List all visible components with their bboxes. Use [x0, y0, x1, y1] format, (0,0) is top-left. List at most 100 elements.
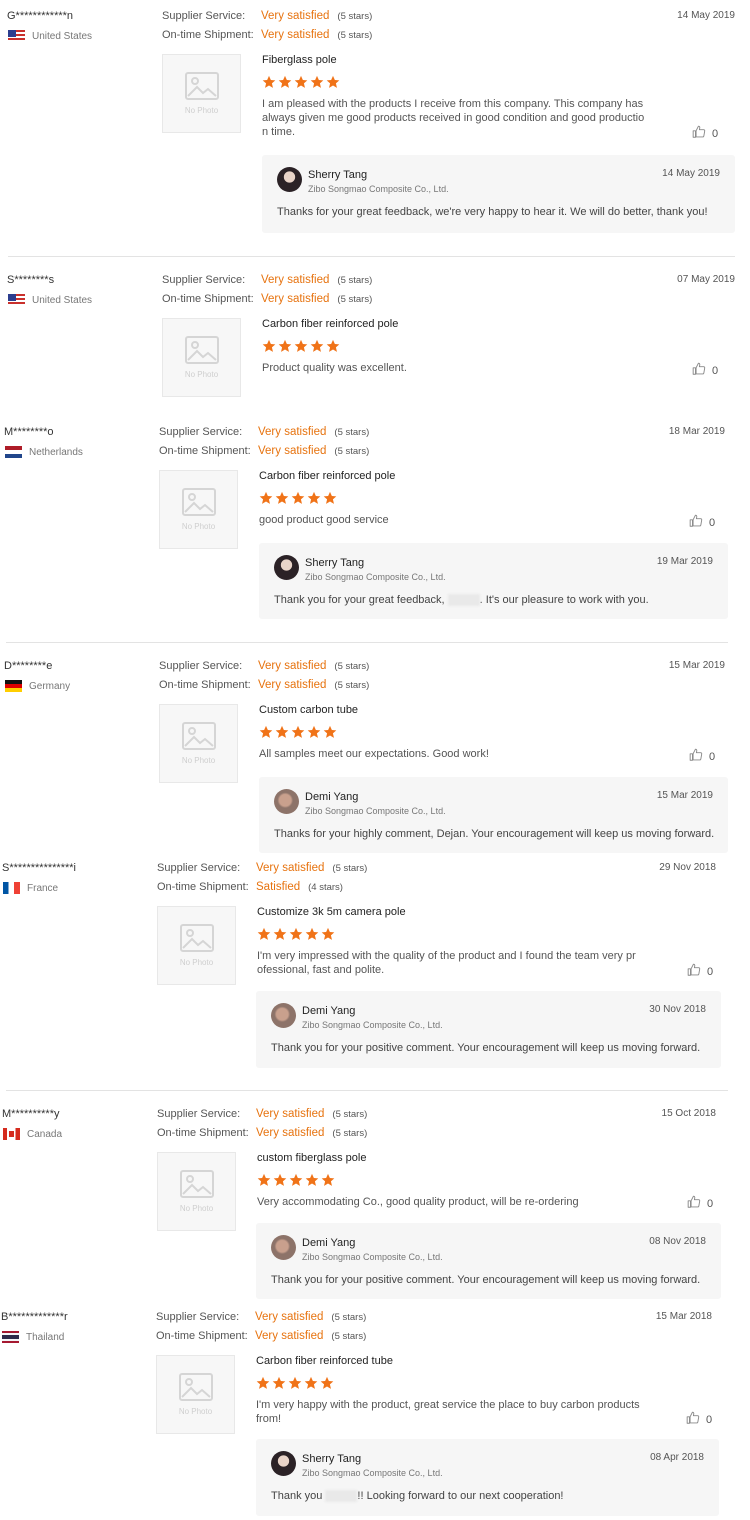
replier-name: Demi Yang [302, 1237, 356, 1249]
rating-value: Very satisfied [256, 1127, 325, 1139]
review-comment: good product good service [259, 513, 659, 527]
like-button[interactable]: 0 [687, 1195, 713, 1212]
product-thumbnail[interactable]: No Photo [159, 470, 238, 549]
supplier-service-rating: Supplier Service: Very satisfied (5 stars) [159, 660, 369, 672]
avatar [277, 167, 302, 192]
supplier-service-rating: Supplier Service: Very satisfied (5 stars) [159, 426, 369, 438]
no-photo-label: No Photo [181, 522, 216, 531]
country-name: Thailand [26, 1331, 65, 1343]
star-icon [304, 1376, 318, 1390]
product-thumbnail[interactable]: No Photo [157, 1152, 236, 1231]
supplier-service-rating: Supplier Service: Very satisfied (5 stars) [157, 862, 367, 874]
comment-line: All samples meet our expectations. Good … [259, 748, 489, 760]
divider [6, 1090, 728, 1091]
reply-text: Thank you for your positive comment. You… [271, 1274, 701, 1286]
star-icon [259, 491, 273, 505]
like-button[interactable]: 0 [689, 514, 715, 531]
like-button[interactable]: 0 [689, 748, 715, 765]
star-icon [294, 339, 308, 353]
like-button[interactable]: 0 [687, 963, 713, 980]
product-name[interactable]: Customize 3k 5m camera pole [257, 906, 406, 918]
product-thumbnail[interactable]: No Photo [157, 906, 236, 985]
product-name[interactable]: custom fiberglass pole [257, 1152, 366, 1164]
redacted-name [447, 594, 480, 607]
replier-name: Sherry Tang [305, 557, 365, 569]
star-rating [257, 927, 335, 941]
reply-date: 08 Nov 2018 [649, 1236, 706, 1247]
star-icon [323, 491, 337, 505]
product-thumbnail[interactable]: No Photo [156, 1355, 235, 1434]
reply-text: Thanks for your great feedback, we're ve… [277, 206, 708, 218]
review-date: 15 Oct 2018 [661, 1108, 716, 1119]
star-icon [289, 927, 303, 941]
image-placeholder-icon [181, 488, 216, 516]
divider [6, 642, 728, 643]
like-count: 0 [709, 516, 716, 529]
supplier-reply: Demi Yang Zibo Songmao Composite Co., Ltd… [256, 1223, 721, 1299]
like-count: 0 [712, 127, 719, 140]
rating-label: On-time Shipment: [156, 1330, 248, 1342]
reply-text: Thank you !! Looking forward to our next… [271, 1490, 564, 1503]
product-name[interactable]: Custom carbon tube [259, 704, 358, 716]
canada-flag-icon [3, 1128, 20, 1140]
star-rating [259, 491, 337, 505]
supplier-reply: Demi Yang Zibo Songmao Composite Co., Ltd… [259, 777, 728, 853]
like-count: 0 [707, 965, 714, 978]
rating-value: Very satisfied [258, 660, 327, 672]
avatar [271, 1451, 296, 1476]
rating-stars-count: (5 stars) [331, 1312, 367, 1323]
rating-value: Very satisfied [261, 29, 330, 41]
country-name: Netherlands [29, 446, 83, 458]
comment-line: ofessional, fast and polite. [257, 964, 385, 976]
star-icon [310, 75, 324, 89]
reviewer-country: Thailand [2, 1331, 64, 1343]
rating-value: Very satisfied [261, 293, 330, 305]
star-icon [320, 1376, 334, 1390]
comment-line: n time. [262, 126, 296, 138]
reviewer-name: G************n [7, 10, 74, 22]
on-time-shipment-rating: On-time Shipment: Satisfied (4 stars) [157, 881, 343, 893]
like-button[interactable]: 0 [692, 362, 718, 379]
like-count: 0 [712, 364, 719, 377]
rating-stars-count: (5 stars) [332, 1128, 368, 1139]
reply-text: Thank you for your positive comment. You… [271, 1042, 701, 1054]
product-name[interactable]: Carbon fiber reinforced pole [262, 318, 398, 330]
rating-label: On-time Shipment: [157, 1127, 249, 1139]
us-flag-icon [8, 30, 25, 42]
product-thumbnail[interactable]: No Photo [162, 54, 241, 133]
product-name[interactable]: Carbon fiber reinforced tube [256, 1355, 393, 1367]
image-placeholder-icon [179, 1170, 214, 1198]
rating-stars-count: (5 stars) [331, 1331, 367, 1342]
star-icon [272, 1376, 286, 1390]
country-name: France [27, 882, 59, 894]
product-thumbnail[interactable]: No Photo [159, 704, 238, 783]
like-button[interactable]: 0 [686, 1411, 712, 1428]
review-comment: I'm very happy with the product, great s… [256, 1398, 656, 1426]
reviewer-name: M**********y [2, 1108, 60, 1120]
france-flag-icon [3, 882, 20, 894]
product-thumbnail[interactable]: No Photo [162, 318, 241, 397]
review-comment: All samples meet our expectations. Good … [259, 747, 659, 761]
company-name: Zibo Songmao Composite Co., Ltd. [305, 806, 446, 816]
star-icon [273, 927, 287, 941]
reply-text-start: Thank you [271, 1490, 326, 1502]
star-icon [307, 725, 321, 739]
star-icon [305, 1173, 319, 1187]
netherlands-flag-icon [5, 446, 22, 458]
replier-name: Sherry Tang [308, 169, 368, 181]
no-photo-label: No Photo [179, 958, 214, 967]
country-name: Germany [29, 680, 71, 692]
country-name: Canada [27, 1128, 63, 1140]
rating-stars-count: (5 stars) [332, 1109, 368, 1120]
comment-line: I am pleased with the products I receive… [262, 98, 644, 110]
comment-line: good product good service [259, 514, 389, 526]
avatar [271, 1235, 296, 1260]
star-icon [273, 1173, 287, 1187]
review-date: 15 Mar 2018 [655, 1311, 712, 1322]
like-button[interactable]: 0 [692, 125, 718, 142]
reviewer-country: France [3, 882, 58, 894]
product-name[interactable]: Carbon fiber reinforced pole [259, 470, 395, 482]
reply-date: 15 Mar 2019 [656, 790, 713, 801]
product-name[interactable]: Fiberglass pole [262, 54, 337, 66]
rating-label: Supplier Service: [157, 862, 241, 874]
